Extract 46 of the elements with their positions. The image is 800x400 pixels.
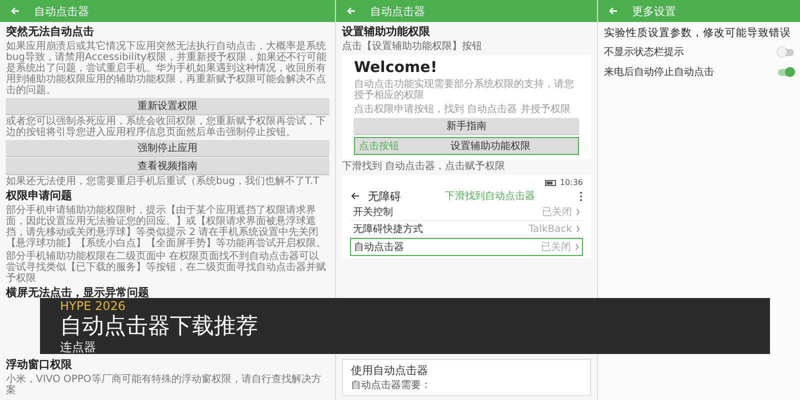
welcome-text: 点击权限申请按钮，找到 自动点击器 并授予权限	[354, 104, 572, 115]
status-time: 10:36	[560, 178, 583, 187]
action-button[interactable]: 强制停止应用	[6, 140, 329, 156]
card-title: 使用自动点击器	[351, 363, 429, 378]
screen-title: 自动点击器	[34, 4, 89, 18]
section-heading: 权限申请问题	[6, 189, 73, 203]
chevron-icon	[575, 243, 579, 251]
toggle-switch[interactable]	[778, 48, 794, 56]
help-paragraph: 如果还无法使用，您需要重启手机后重试（系统bug，我们也解不了T.T	[6, 176, 320, 187]
back-arrow-icon[interactable]	[350, 191, 360, 201]
callout-label: 点击按钮	[358, 140, 400, 153]
section-heading: 设置辅助功能权限	[342, 25, 431, 39]
hint-text: 下滑找到自动点击器	[444, 190, 536, 203]
section-heading: 浮动窗口权限	[6, 358, 73, 372]
chevron-icon	[576, 225, 580, 233]
setting-label: 来电后自动停止自动点击	[604, 66, 714, 79]
help-paragraph: 小米，VIVO OPPO等厂商可能有特殊的浮动窗权限，请自行查找解决方案	[6, 374, 322, 396]
screen-title: 自动点击器	[370, 4, 425, 18]
welcome-text: 自动点击功能实现需要部分系统权限的支持，请您授予相应的权限	[354, 79, 575, 101]
help-paragraph: 如果应用崩溃后或其它情况下应用突然无法执行自动点击，大概率是系统bug导致，请禁用Accessibility权限，并重新授予权限，如果还不行可能是系统出了问题，尝试重启手机。华为手机如果遇到这种情况，收回所有用到辅助功能权限应用的辅助功能权限，再重新赋予权限可能会解决不点击的问题。	[6, 41, 328, 96]
card-text: 自动点击器需要：	[351, 378, 432, 392]
help-paragraph: 部分手机辅助功能权限在二级页面中 在权限页面找不到自动点击器可以尝试寻找类似【已下载的服务】等按钮，在二级页面寻找自动点击器并赋予权限	[6, 251, 327, 284]
chevron-icon	[576, 208, 580, 216]
action-button[interactable]: 重新设置权限	[6, 98, 329, 114]
battery-icon	[544, 180, 557, 186]
setting-label: 不显示状态栏提示	[604, 46, 684, 59]
settings-row[interactable]: 自动点击器 已关闭	[350, 238, 583, 256]
toggle-switch[interactable]	[778, 68, 794, 76]
welcome-title: Welcome!	[354, 58, 438, 76]
warning-text: 实验性质设置参数，修改可能导致错误	[604, 26, 792, 41]
section-heading: 横屏无法点击，显示异常问题	[6, 286, 150, 300]
banner-tag: HYPE 2026	[60, 298, 750, 312]
instruction-text: 点击【设置辅助功能权限】按钮	[342, 41, 483, 53]
help-paragraph: 部分手机申请辅助功能权限时，提示【由于某个应用遮挡了权限请求界面，因此设置应用无法验证您的回应。】或【权限请求界面被悬浮球遮挡，请先移动或关闭悬浮球】等类似提示 2 请在手机系统设置中先关闭【悬浮球功能】【系统小白点】【全面屏手势】等功能再尝试开启权限。	[6, 205, 327, 249]
section-heading: 突然无法自动点击	[6, 25, 95, 39]
more-icon[interactable]	[579, 190, 583, 202]
banner-title: 自动点击器下载推荐	[60, 312, 259, 340]
screen-title: 更多设置	[632, 4, 676, 18]
settings-row[interactable]: 开关控制 已关闭	[350, 204, 583, 221]
help-paragraph: 或者您可以强制杀死应用，系统会收回权限，您重新赋予权限再尝试，下边的按钮将引导您进入应用程序信息页面然后单击强制停止按钮。	[6, 116, 327, 138]
banner-subtitle: 连点器	[60, 340, 97, 354]
instruction-text: 下滑找到 自动点击器，点击赋予权限	[342, 161, 506, 173]
screen-title: 无障碍	[368, 188, 401, 204]
guide-button[interactable]: 新手指南	[354, 118, 579, 134]
settings-row[interactable]: 无障碍快捷方式 TalkBack	[350, 221, 583, 238]
action-button[interactable]: 查看视频指南	[6, 158, 329, 174]
